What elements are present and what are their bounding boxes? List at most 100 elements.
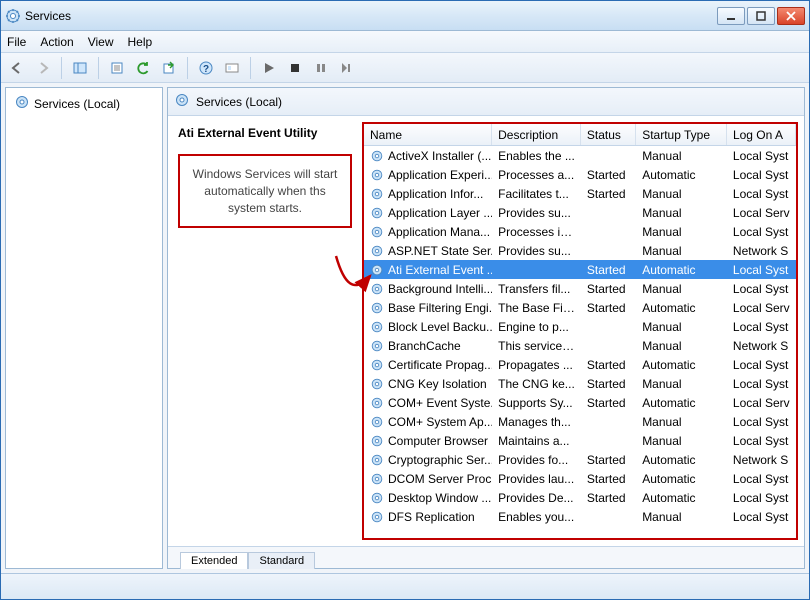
gear-icon: [174, 92, 190, 111]
col-logon[interactable]: Log On A: [727, 124, 796, 145]
service-name: DCOM Server Proc...: [388, 472, 492, 486]
toolbar: ?: [1, 53, 809, 83]
col-desc[interactable]: Description: [492, 124, 581, 145]
help-button[interactable]: ?: [194, 56, 218, 80]
service-desc: Processes in...: [492, 225, 581, 239]
tab-standard[interactable]: Standard: [248, 552, 315, 569]
col-name[interactable]: Name: [364, 124, 492, 145]
service-row[interactable]: BranchCacheThis service ...ManualNetwork…: [364, 336, 796, 355]
service-logon: Local Syst: [727, 434, 796, 448]
service-logon: Network S: [727, 453, 796, 467]
service-row[interactable]: COM+ Event Syste...Supports Sy...Started…: [364, 393, 796, 412]
service-row[interactable]: Ati External Event ...StartedAutomaticLo…: [364, 260, 796, 279]
service-row[interactable]: Block Level Backu...Engine to p...Manual…: [364, 317, 796, 336]
console-button[interactable]: [220, 56, 244, 80]
service-status: Started: [581, 301, 636, 315]
menu-view[interactable]: View: [88, 35, 114, 49]
gear-icon: [370, 453, 384, 467]
service-row[interactable]: Background Intelli...Transfers fil...Sta…: [364, 279, 796, 298]
status-bar: [1, 573, 809, 599]
close-button[interactable]: [777, 7, 805, 25]
menu-help[interactable]: Help: [128, 35, 153, 49]
menu-file[interactable]: File: [7, 35, 26, 49]
selected-service-title: Ati External Event Utility: [178, 126, 352, 140]
gear-icon: [370, 358, 384, 372]
service-name: ActiveX Installer (...: [388, 149, 491, 163]
tree-root[interactable]: Services (Local): [10, 92, 158, 115]
service-name: Application Layer ...: [388, 206, 492, 220]
titlebar: Services: [1, 1, 809, 31]
right-header-label: Services (Local): [196, 95, 282, 109]
service-logon: Local Syst: [727, 168, 796, 182]
service-desc: Maintains a...: [492, 434, 581, 448]
start-service-button[interactable]: [257, 56, 281, 80]
service-row[interactable]: Cryptographic Ser...Provides fo...Starte…: [364, 450, 796, 469]
service-logon: Local Syst: [727, 510, 796, 524]
show-hide-tree-button[interactable]: [68, 56, 92, 80]
service-name: ASP.NET State Ser...: [388, 244, 492, 258]
service-logon: Network S: [727, 244, 796, 258]
tab-extended[interactable]: Extended: [180, 552, 248, 569]
service-logon: Local Serv: [727, 206, 796, 220]
service-startup: Automatic: [636, 168, 727, 182]
service-desc: Provides su...: [492, 244, 581, 258]
service-row[interactable]: Application Layer ...Provides su...Manua…: [364, 203, 796, 222]
service-rows[interactable]: ActiveX Installer (...Enables the ... Man…: [364, 146, 796, 538]
properties-button[interactable]: [105, 56, 129, 80]
service-row[interactable]: Application Experi...Processes a...Start…: [364, 165, 796, 184]
maximize-button[interactable]: [747, 7, 775, 25]
back-button[interactable]: [5, 56, 29, 80]
service-row[interactable]: Application Mana...Processes in...Manual…: [364, 222, 796, 241]
gear-icon: [370, 301, 384, 315]
service-row[interactable]: Desktop Window ...Provides De...StartedA…: [364, 488, 796, 507]
column-headers[interactable]: Name Description Status Startup Type Log…: [364, 124, 796, 146]
service-name: COM+ Event Syste...: [388, 396, 492, 410]
service-row[interactable]: ASP.NET State Ser...Provides su... Manual…: [364, 241, 796, 260]
service-startup: Automatic: [636, 453, 727, 467]
forward-button[interactable]: [31, 56, 55, 80]
refresh-button[interactable]: [131, 56, 155, 80]
gear-icon: [370, 434, 384, 448]
service-desc: Supports Sy...: [492, 396, 581, 410]
minimize-button[interactable]: [717, 7, 745, 25]
service-startup: Manual: [636, 244, 727, 258]
pause-service-button[interactable]: [309, 56, 333, 80]
service-name: Application Experi...: [388, 168, 492, 182]
service-status: Started: [581, 377, 636, 391]
gear-icon: [370, 415, 384, 429]
tree-pane: Services (Local): [5, 87, 163, 569]
svg-text:?: ?: [203, 64, 209, 75]
service-logon: Local Syst: [727, 187, 796, 201]
service-row[interactable]: COM+ System Ap...Manages th...ManualLoca…: [364, 412, 796, 431]
service-status: Started: [581, 168, 636, 182]
gear-icon: [370, 263, 384, 277]
service-name: Application Infor...: [388, 187, 483, 201]
service-row[interactable]: Certificate Propag...Propagates ...Start…: [364, 355, 796, 374]
service-row[interactable]: Application Infor...Facilitates t...Star…: [364, 184, 796, 203]
service-list-annotation-border: Name Description Status Startup Type Log…: [362, 122, 798, 540]
service-logon: Local Serv: [727, 396, 796, 410]
service-name: BranchCache: [388, 339, 461, 353]
export-button[interactable]: [157, 56, 181, 80]
service-listview[interactable]: Name Description Status Startup Type Log…: [364, 124, 796, 538]
restart-service-button[interactable]: [335, 56, 359, 80]
service-row[interactable]: DFS ReplicationEnables you...ManualLocal…: [364, 507, 796, 526]
service-name: Application Mana...: [388, 225, 490, 239]
service-desc: Propagates ...: [492, 358, 581, 372]
col-status[interactable]: Status: [581, 124, 636, 145]
menu-action[interactable]: Action: [40, 35, 73, 49]
gear-icon: [370, 168, 384, 182]
stop-service-button[interactable]: [283, 56, 307, 80]
service-row[interactable]: Base Filtering Engi...The Base Fil...Sta…: [364, 298, 796, 317]
service-name: Block Level Backu...: [388, 320, 492, 334]
service-desc: Enables the ...: [492, 149, 581, 163]
col-startup[interactable]: Startup Type: [636, 124, 727, 145]
service-row[interactable]: ActiveX Installer (...Enables the ...Man…: [364, 146, 796, 165]
service-desc: Enables you...: [492, 510, 581, 524]
service-row[interactable]: CNG Key IsolationThe CNG ke...StartedMan…: [364, 374, 796, 393]
gear-icon: [370, 187, 384, 201]
service-row[interactable]: DCOM Server Proc...Provides lau...Starte…: [364, 469, 796, 488]
gear-icon: [370, 472, 384, 486]
service-logon: Local Syst: [727, 263, 796, 277]
service-row[interactable]: Computer BrowserMaintains a...ManualLoca…: [364, 431, 796, 450]
